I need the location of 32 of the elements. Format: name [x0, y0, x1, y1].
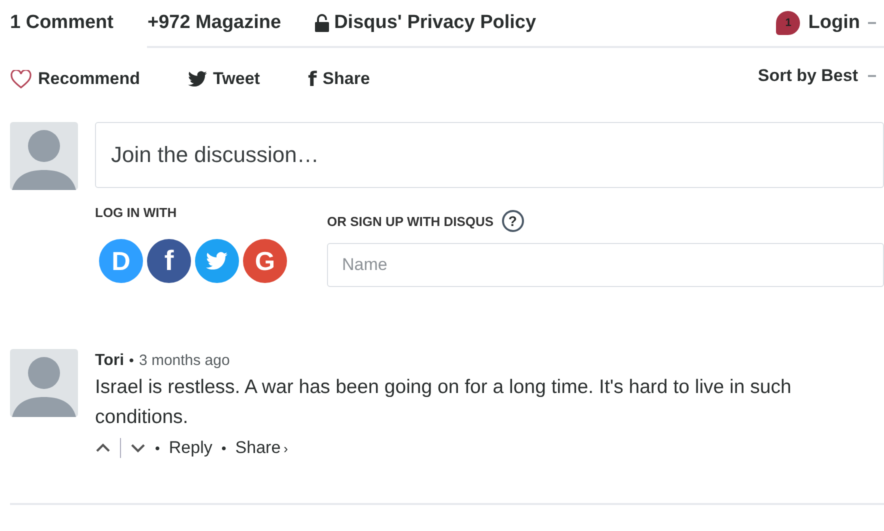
share-link[interactable]: Share ›: [235, 438, 288, 458]
share-button[interactable]: f Share: [308, 67, 370, 91]
sort-dropdown[interactable]: Sort by Best: [758, 66, 876, 86]
heart-icon: [10, 70, 32, 88]
author-name[interactable]: Tori: [95, 352, 124, 370]
separator: •: [129, 352, 134, 368]
signup-label: OR SIGN UP WITH DISQUS: [327, 214, 494, 228]
recommend-button[interactable]: Recommend: [10, 69, 140, 89]
avatar-icon: [10, 349, 78, 417]
reply-link[interactable]: Reply: [168, 438, 212, 458]
upvote-icon[interactable]: [95, 443, 111, 453]
bird-icon: [188, 71, 208, 87]
caret-icon: [868, 74, 876, 78]
login-provider-icon[interactable]: [194, 238, 240, 284]
nav-tab[interactable]: Disqus' Privacy Policy: [315, 0, 570, 48]
help-button[interactable]: ?: [502, 210, 524, 232]
nav-tab[interactable]: +972 Magazine: [147, 0, 316, 48]
login-provider-icon[interactable]: G: [242, 238, 288, 284]
nav-tab[interactable]: 1 Comment: [10, 0, 148, 48]
caret-icon: [868, 21, 876, 25]
comment-input[interactable]: Join the discussion…: [95, 122, 884, 188]
comment-time[interactable]: 3 months ago: [138, 352, 230, 369]
downvote-icon[interactable]: [130, 443, 146, 453]
login-link[interactable]: Login: [808, 12, 860, 34]
lock-icon: [315, 14, 330, 32]
comment-text: Israel is restless. A war has been going on for a long time. It's hard to live in such conditions.: [95, 375, 792, 430]
separator: •: [221, 440, 226, 456]
login-label: LOG IN WITH: [95, 205, 178, 220]
avatar-icon: [10, 122, 78, 190]
login-provider-icon[interactable]: f: [146, 238, 192, 284]
separator: •: [155, 440, 160, 456]
tweet-button[interactable]: Tweet: [188, 69, 260, 89]
